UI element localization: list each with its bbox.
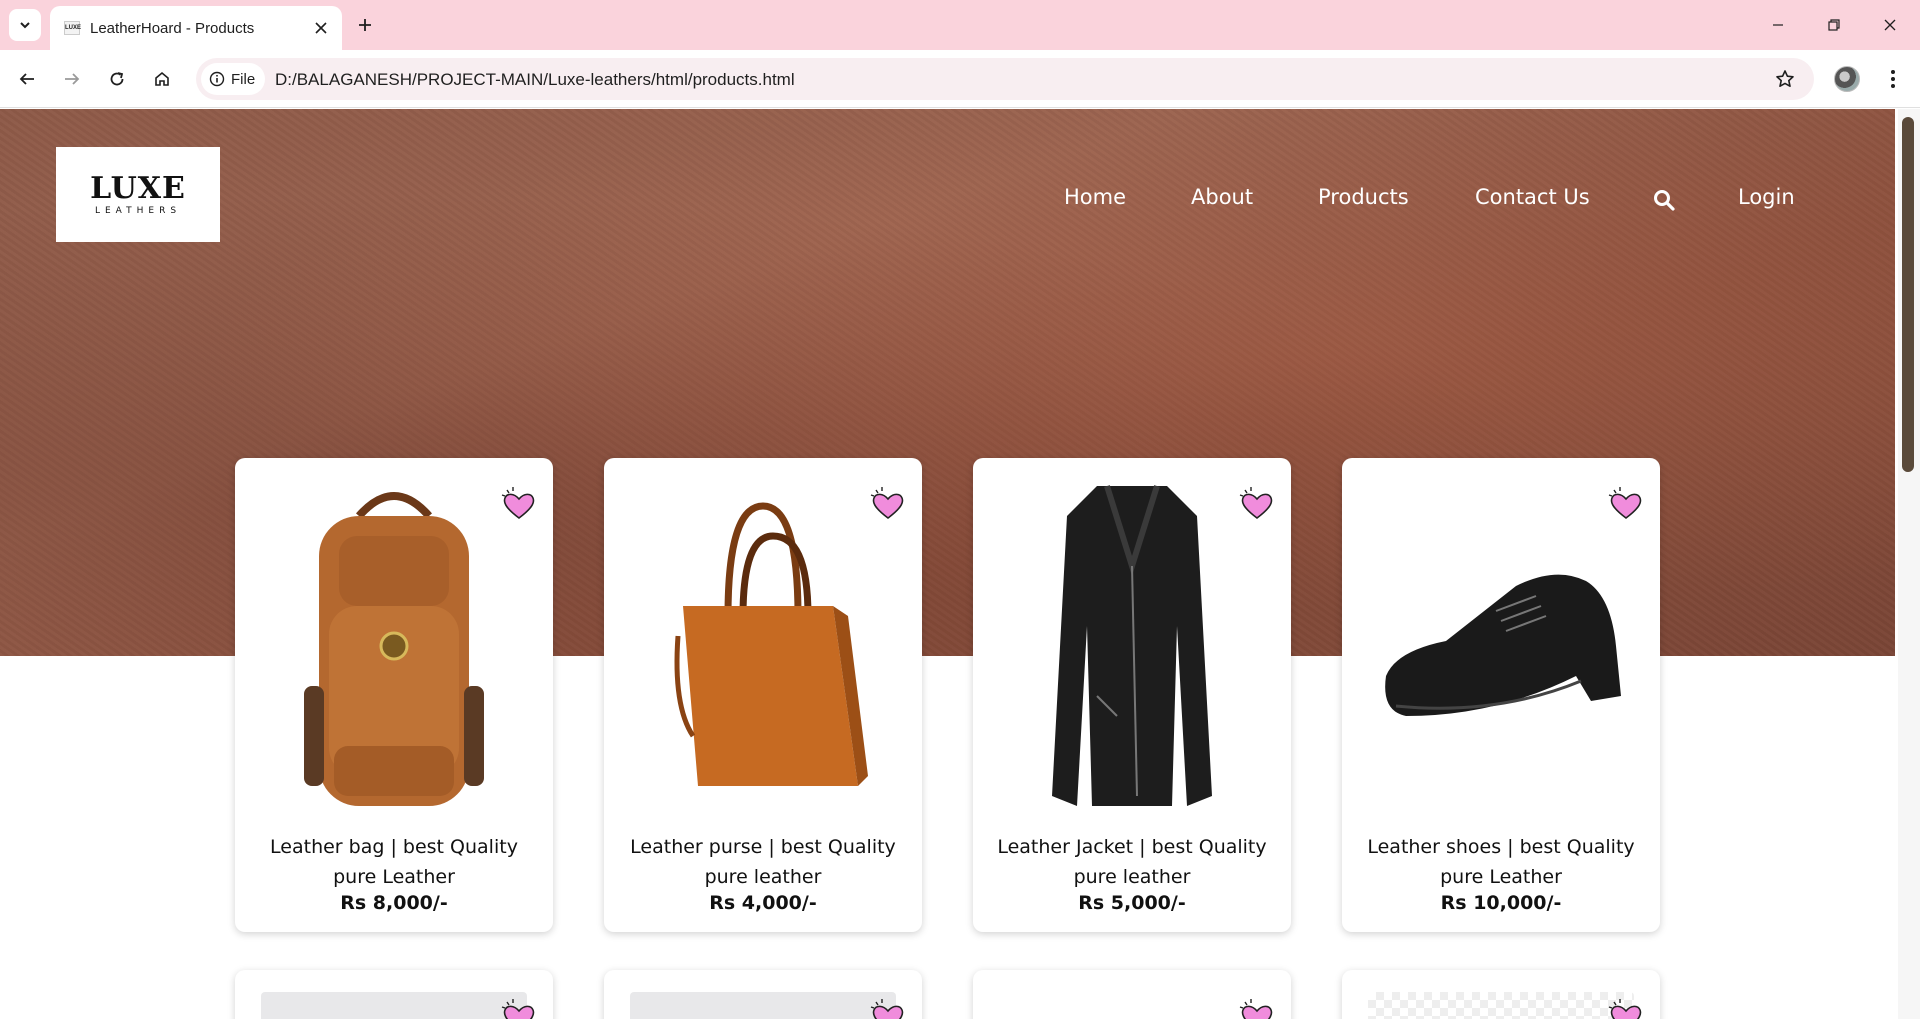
heart-icon[interactable]	[499, 996, 539, 1019]
bookmark-button[interactable]	[1770, 64, 1800, 94]
product-title[interactable]: Leather Jacket | best Quality pure leath…	[973, 832, 1291, 892]
file-chip-label: File	[231, 70, 256, 88]
restore-button[interactable]	[1814, 8, 1854, 42]
tab-close-button[interactable]	[310, 17, 332, 39]
product-price: Rs 10,000/-	[1440, 892, 1562, 914]
product-title[interactable]: Leather shoes | best Quality pure Leathe…	[1342, 832, 1660, 892]
product-image	[261, 992, 527, 1019]
restore-icon	[1828, 19, 1840, 31]
close-icon	[1884, 19, 1896, 31]
shoe-icon	[1385, 574, 1621, 716]
browser-menu-button[interactable]	[1878, 64, 1908, 94]
jacket-icon	[1052, 485, 1212, 806]
product-price: Rs 4,000/-	[709, 892, 817, 914]
nav-contact-us[interactable]: Contact Us	[1475, 185, 1590, 209]
jacket-image	[973, 476, 1291, 816]
favicon-icon: LUXE	[64, 21, 81, 35]
nav-about[interactable]: About	[1191, 185, 1253, 209]
address-bar[interactable]: File D:/BALAGANESH/PROJECT-MAIN/Luxe-lea…	[196, 58, 1814, 100]
profile-avatar[interactable]	[1834, 66, 1860, 92]
product-price: Rs 8,000/-	[340, 892, 448, 914]
heart-icon[interactable]	[868, 996, 908, 1019]
home-icon	[155, 71, 169, 86]
logo-wordmark: LUXE	[90, 170, 186, 206]
page-viewport: LUXE LEATHERS Home About Products Contac…	[0, 109, 1920, 1019]
new-tab-button[interactable]	[350, 10, 380, 40]
info-icon	[209, 71, 225, 87]
product-card[interactable]	[973, 970, 1291, 1019]
heart-icon[interactable]	[1606, 996, 1646, 1019]
heart-icon[interactable]	[1237, 996, 1277, 1019]
product-title[interactable]: Leather purse | best Quality pure leathe…	[604, 832, 922, 892]
nav-login[interactable]: Login	[1738, 185, 1795, 209]
reload-icon	[110, 72, 124, 86]
browser-toolbar: File D:/BALAGANESH/PROJECT-MAIN/Luxe-lea…	[0, 50, 1920, 108]
nav-products[interactable]: Products	[1318, 185, 1409, 209]
product-card[interactable]	[1342, 970, 1660, 1019]
product-image	[1368, 992, 1634, 1019]
product-image	[630, 992, 896, 1019]
tab-search-button[interactable]	[9, 9, 41, 41]
arrow-left-icon	[19, 73, 34, 85]
close-window-button[interactable]	[1870, 8, 1910, 42]
scrollbar-thumb[interactable]	[1902, 117, 1914, 472]
reload-button[interactable]	[100, 62, 134, 96]
product-card[interactable]: Leather Jacket | best Quality pure leath…	[973, 458, 1291, 932]
site-logo[interactable]: LUXE LEATHERS	[56, 147, 220, 242]
minimize-icon	[1773, 24, 1783, 26]
browser-tab-active[interactable]: LUXE LeatherHoard - Products	[50, 6, 342, 50]
logo-tagline: LEATHERS	[94, 205, 182, 216]
product-title[interactable]: Leather bag | best Quality pure Leather	[235, 832, 553, 892]
arrow-right-icon	[65, 73, 80, 85]
product-card[interactable]	[235, 970, 553, 1019]
home-button[interactable]	[145, 62, 179, 96]
plus-icon	[359, 19, 371, 31]
product-card[interactable]: Leather bag | best Quality pure Leather …	[235, 458, 553, 932]
tote-bag-icon	[674, 502, 868, 786]
more-vert-icon	[1891, 70, 1895, 88]
star-icon	[1776, 70, 1794, 87]
product-card[interactable]	[604, 970, 922, 1019]
forward-button[interactable]	[55, 62, 89, 96]
product-price: Rs 5,000/-	[1078, 892, 1186, 914]
shoes-image	[1342, 476, 1660, 816]
product-card[interactable]: Leather shoes | best Quality pure Leathe…	[1342, 458, 1660, 932]
close-icon	[315, 22, 327, 34]
site-info-chip[interactable]: File	[201, 63, 266, 95]
purse-image	[604, 476, 922, 816]
backpack-icon	[304, 492, 484, 806]
chevron-down-icon	[20, 22, 30, 29]
tab-title: LeatherHoard - Products	[90, 20, 255, 37]
search-icon[interactable]	[1652, 188, 1676, 212]
product-card[interactable]: Leather purse | best Quality pure leathe…	[604, 458, 922, 932]
url-text[interactable]: D:/BALAGANESH/PROJECT-MAIN/Luxe-leathers…	[275, 70, 795, 90]
back-button[interactable]	[10, 62, 44, 96]
browser-tab-strip: LUXE LeatherHoard - Products	[0, 0, 1920, 50]
minimize-button[interactable]	[1758, 8, 1798, 42]
backpack-image	[235, 476, 553, 816]
nav-home[interactable]: Home	[1064, 185, 1126, 209]
